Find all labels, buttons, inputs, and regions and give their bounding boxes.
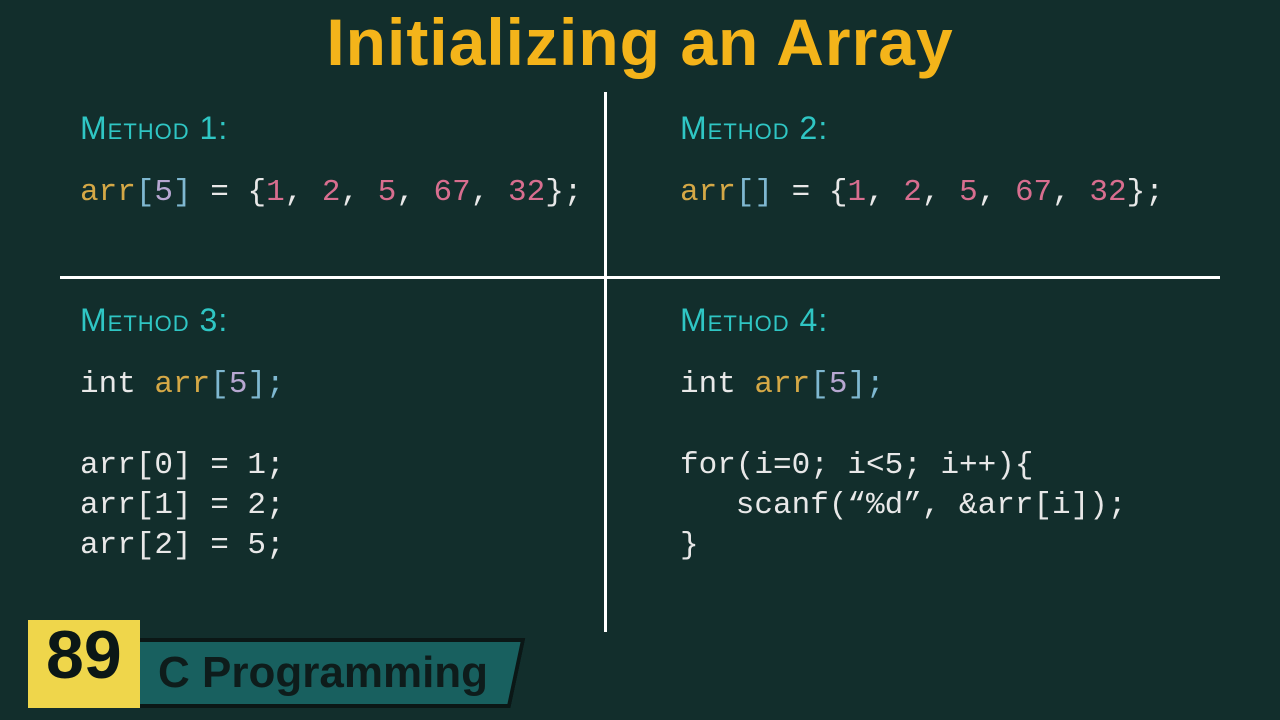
code-token: arr[1] = 2; [80, 488, 285, 523]
code-token: arr [80, 175, 136, 210]
code-token: [ [810, 367, 829, 402]
code-token: ] [754, 175, 773, 210]
method-3-code: int arr[5]; arr[0] = 1; arr[1] = 2; arr[… [80, 365, 600, 566]
method-3: Method 3: int arr[5]; arr[0] = 1; arr[1]… [80, 302, 600, 566]
divider-vertical [604, 92, 607, 632]
code-token: [ [136, 175, 155, 210]
code-token: 2 [903, 175, 922, 210]
course-name-badge: C Programming [110, 638, 525, 708]
code-token: arr[2] = 5; [80, 528, 285, 563]
code-token: , [978, 175, 1015, 210]
page-title: Initializing an Array [0, 0, 1280, 80]
code-token: scanf(“%d”, &arr[i]); [680, 488, 1126, 523]
method-1-label: Method 1: [80, 110, 600, 147]
code-token: 67 [434, 175, 471, 210]
code-token: , [471, 175, 508, 210]
code-token: int [680, 367, 754, 402]
code-token: arr [154, 367, 210, 402]
method-3-label: Method 3: [80, 302, 600, 339]
code-token: }; [1127, 175, 1164, 210]
code-token: }; [545, 175, 582, 210]
code-token: , [866, 175, 903, 210]
code-token: arr [680, 175, 736, 210]
code-token: , [922, 175, 959, 210]
code-token: 5 [829, 367, 848, 402]
code-token: ]; [247, 367, 284, 402]
code-token: ] [173, 175, 192, 210]
method-4-label: Method 4: [680, 302, 1220, 339]
grid: Method 1: arr[5] = {1, 2, 5, 67, 32}; Me… [0, 92, 1280, 632]
method-2-code: arr[] = {1, 2, 5, 67, 32}; [680, 173, 1220, 213]
divider-horizontal [60, 276, 1220, 279]
episode-badge: 89 C Programming [28, 620, 518, 708]
episode-number: 89 [28, 620, 140, 708]
code-token: 5 [154, 175, 173, 210]
code-token: for(i=0; i<5; i++){ [680, 448, 1033, 483]
code-token: [ [736, 175, 755, 210]
method-4-code: int arr[5]; for(i=0; i<5; i++){ scanf(“%… [680, 365, 1220, 566]
method-1: Method 1: arr[5] = {1, 2, 5, 67, 32}; [80, 110, 600, 213]
code-token: , [341, 175, 378, 210]
code-token: 32 [508, 175, 545, 210]
method-4: Method 4: int arr[5]; for(i=0; i<5; i++)… [680, 302, 1220, 566]
method-2-label: Method 2: [680, 110, 1220, 147]
code-token: = { [192, 175, 266, 210]
code-token: int [80, 367, 154, 402]
code-token: 5 [378, 175, 397, 210]
code-token: [ [210, 367, 229, 402]
method-1-code: arr[5] = {1, 2, 5, 67, 32}; [80, 173, 600, 213]
code-token: arr[0] = 1; [80, 448, 285, 483]
code-token: 32 [1089, 175, 1126, 210]
code-token: , [285, 175, 322, 210]
code-token: arr [754, 367, 810, 402]
method-2: Method 2: arr[] = {1, 2, 5, 67, 32}; [680, 110, 1220, 213]
code-token: } [680, 528, 699, 563]
code-token: , [396, 175, 433, 210]
code-token: 2 [322, 175, 341, 210]
code-token: 5 [959, 175, 978, 210]
code-token: 5 [229, 367, 248, 402]
code-token: = { [773, 175, 847, 210]
code-token: 67 [1015, 175, 1052, 210]
code-token: ]; [847, 367, 884, 402]
code-token: 1 [266, 175, 285, 210]
code-token: 1 [847, 175, 866, 210]
code-token: , [1052, 175, 1089, 210]
